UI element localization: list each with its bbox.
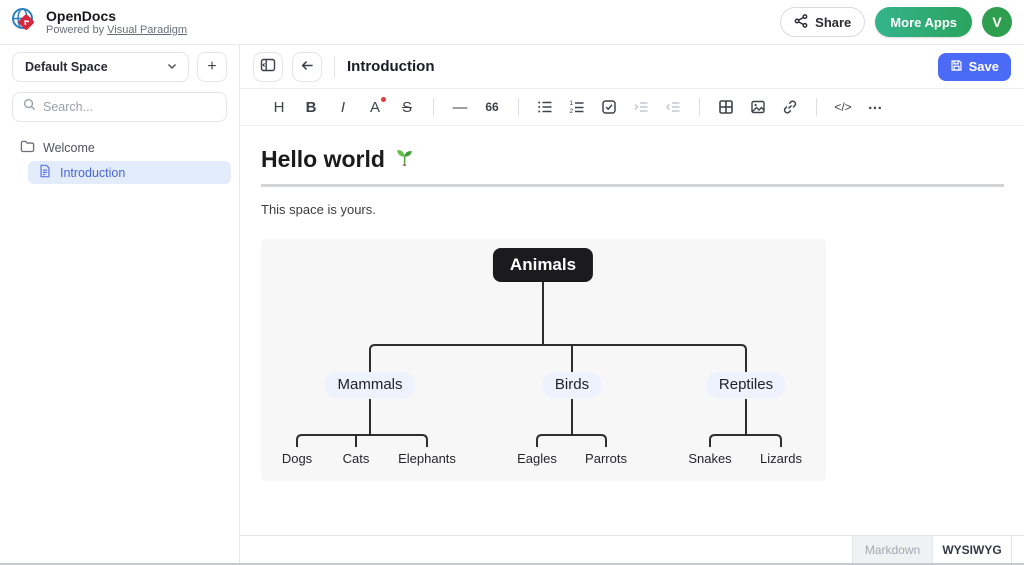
save-icon xyxy=(950,59,963,75)
diagram-leaf-cats: Cats xyxy=(343,451,370,466)
more-tools-button[interactable]: … xyxy=(860,93,890,121)
app-subtitle: Powered by Visual Paradigm xyxy=(46,24,187,37)
diagram-leaf-parrots: Parrots xyxy=(585,451,627,466)
blockquote-button[interactable]: 66 xyxy=(477,93,507,121)
image-icon xyxy=(750,99,766,115)
search-icon xyxy=(23,98,36,116)
code-icon: </> xyxy=(834,100,851,114)
search-input[interactable] xyxy=(43,100,216,114)
svg-text:2: 2 xyxy=(570,108,574,115)
sidebar-item-introduction[interactable]: Introduction xyxy=(28,161,231,184)
toolbar-divider xyxy=(816,98,817,116)
opendocs-logo-icon xyxy=(10,6,38,39)
titlebar-divider xyxy=(334,56,335,78)
share-button[interactable]: Share xyxy=(780,7,865,37)
header-actions: Share More Apps V xyxy=(780,7,1012,37)
share-icon xyxy=(794,14,808,31)
save-button[interactable]: Save xyxy=(938,53,1011,81)
tab-wysiwyg[interactable]: WYSIWYG xyxy=(932,536,1012,563)
diagram-leaf-snakes: Snakes xyxy=(688,451,731,466)
image-button[interactable] xyxy=(743,93,773,121)
diagram-node-root: Animals xyxy=(493,248,593,282)
more-apps-button[interactable]: More Apps xyxy=(875,7,972,37)
outdent-button[interactable] xyxy=(658,93,688,121)
diagram-leaf-dogs: Dogs xyxy=(282,451,312,466)
diagram-node-reptiles: Reptiles xyxy=(706,372,786,398)
page-tree: Welcome Introduction xyxy=(0,136,239,184)
editor-pane: Introduction Save H B I A S — xyxy=(240,45,1024,563)
heading-button[interactable]: H xyxy=(264,93,294,121)
link-icon xyxy=(782,99,798,115)
panel-toggle-icon xyxy=(260,57,276,76)
visual-paradigm-link[interactable]: Visual Paradigm xyxy=(107,24,187,36)
space-selector[interactable]: Default Space xyxy=(12,52,189,82)
ordered-list-button[interactable]: 1 2 xyxy=(562,93,592,121)
outdent-icon xyxy=(665,99,681,115)
bold-button[interactable]: B xyxy=(296,93,326,121)
add-space-button[interactable]: + xyxy=(197,52,227,82)
indent-button[interactable] xyxy=(626,93,656,121)
formatting-toolbar: H B I A S — 66 1 2 xyxy=(240,88,1024,126)
indent-icon xyxy=(633,99,649,115)
bullet-list-button[interactable] xyxy=(530,93,560,121)
tree-item-label: Welcome xyxy=(43,141,95,155)
opendocs-app: OpenDocs Powered by Visual Paradigm Shar… xyxy=(0,0,1024,565)
diagram-node-mammals: Mammals xyxy=(324,372,415,398)
folder-icon xyxy=(20,139,35,157)
seedling-emoji xyxy=(394,146,415,173)
red-dot-icon xyxy=(381,97,386,102)
text-color-button[interactable]: A xyxy=(360,93,390,121)
sidebar-item-welcome[interactable]: Welcome xyxy=(0,136,239,159)
horizontal-rule-button[interactable]: — xyxy=(445,93,475,121)
toolbar-divider xyxy=(433,98,434,116)
diagram-node-birds: Birds xyxy=(542,372,602,398)
tree-item-label: Introduction xyxy=(60,166,125,180)
code-button[interactable]: </> xyxy=(828,93,858,121)
space-row: Default Space + xyxy=(0,52,239,82)
brand-text: OpenDocs Powered by Visual Paradigm xyxy=(46,8,187,37)
back-button[interactable] xyxy=(292,52,322,82)
search-box[interactable] xyxy=(12,92,227,122)
editor-bottombar: Markdown WYSIWYG xyxy=(240,535,1024,563)
italic-button[interactable]: I xyxy=(328,93,358,121)
link-button[interactable] xyxy=(775,93,805,121)
tab-markdown[interactable]: Markdown xyxy=(852,536,932,563)
task-list-button[interactable] xyxy=(594,93,624,121)
bullet-list-icon xyxy=(537,99,553,115)
document-heading: Hello world xyxy=(261,146,1004,187)
table-button[interactable] xyxy=(711,93,741,121)
ellipsis-icon: … xyxy=(868,96,883,113)
app-title: OpenDocs xyxy=(46,8,187,24)
table-icon xyxy=(718,99,734,115)
toolbar-divider xyxy=(518,98,519,116)
task-list-icon xyxy=(601,99,617,115)
avatar[interactable]: V xyxy=(982,7,1012,37)
toggle-sidebar-button[interactable] xyxy=(253,52,283,82)
arrow-left-icon xyxy=(300,58,315,76)
animals-tree-diagram: Animals Mammals Birds Reptiles Dogs Cats… xyxy=(261,239,826,481)
diagram-leaf-lizards: Lizards xyxy=(760,451,802,466)
editor-titlebar: Introduction Save xyxy=(240,45,1024,88)
ordered-list-icon: 1 2 xyxy=(569,99,585,115)
toolbar-divider xyxy=(699,98,700,116)
file-icon xyxy=(38,164,52,181)
sidebar: Default Space + xyxy=(0,45,240,563)
document-paragraph: This space is yours. xyxy=(261,202,1004,217)
main-area: Default Space + xyxy=(0,45,1024,563)
brand: OpenDocs Powered by Visual Paradigm xyxy=(10,6,187,39)
chevron-down-icon xyxy=(166,60,178,75)
page-title: Introduction xyxy=(347,58,929,75)
strikethrough-button[interactable]: S xyxy=(392,93,422,121)
app-header: OpenDocs Powered by Visual Paradigm Shar… xyxy=(0,0,1024,45)
diagram-leaf-eagles: Eagles xyxy=(517,451,557,466)
document-content[interactable]: Hello world This space is yours. xyxy=(240,126,1024,535)
svg-text:1: 1 xyxy=(570,100,574,107)
diagram-leaf-elephants: Elephants xyxy=(398,451,456,466)
